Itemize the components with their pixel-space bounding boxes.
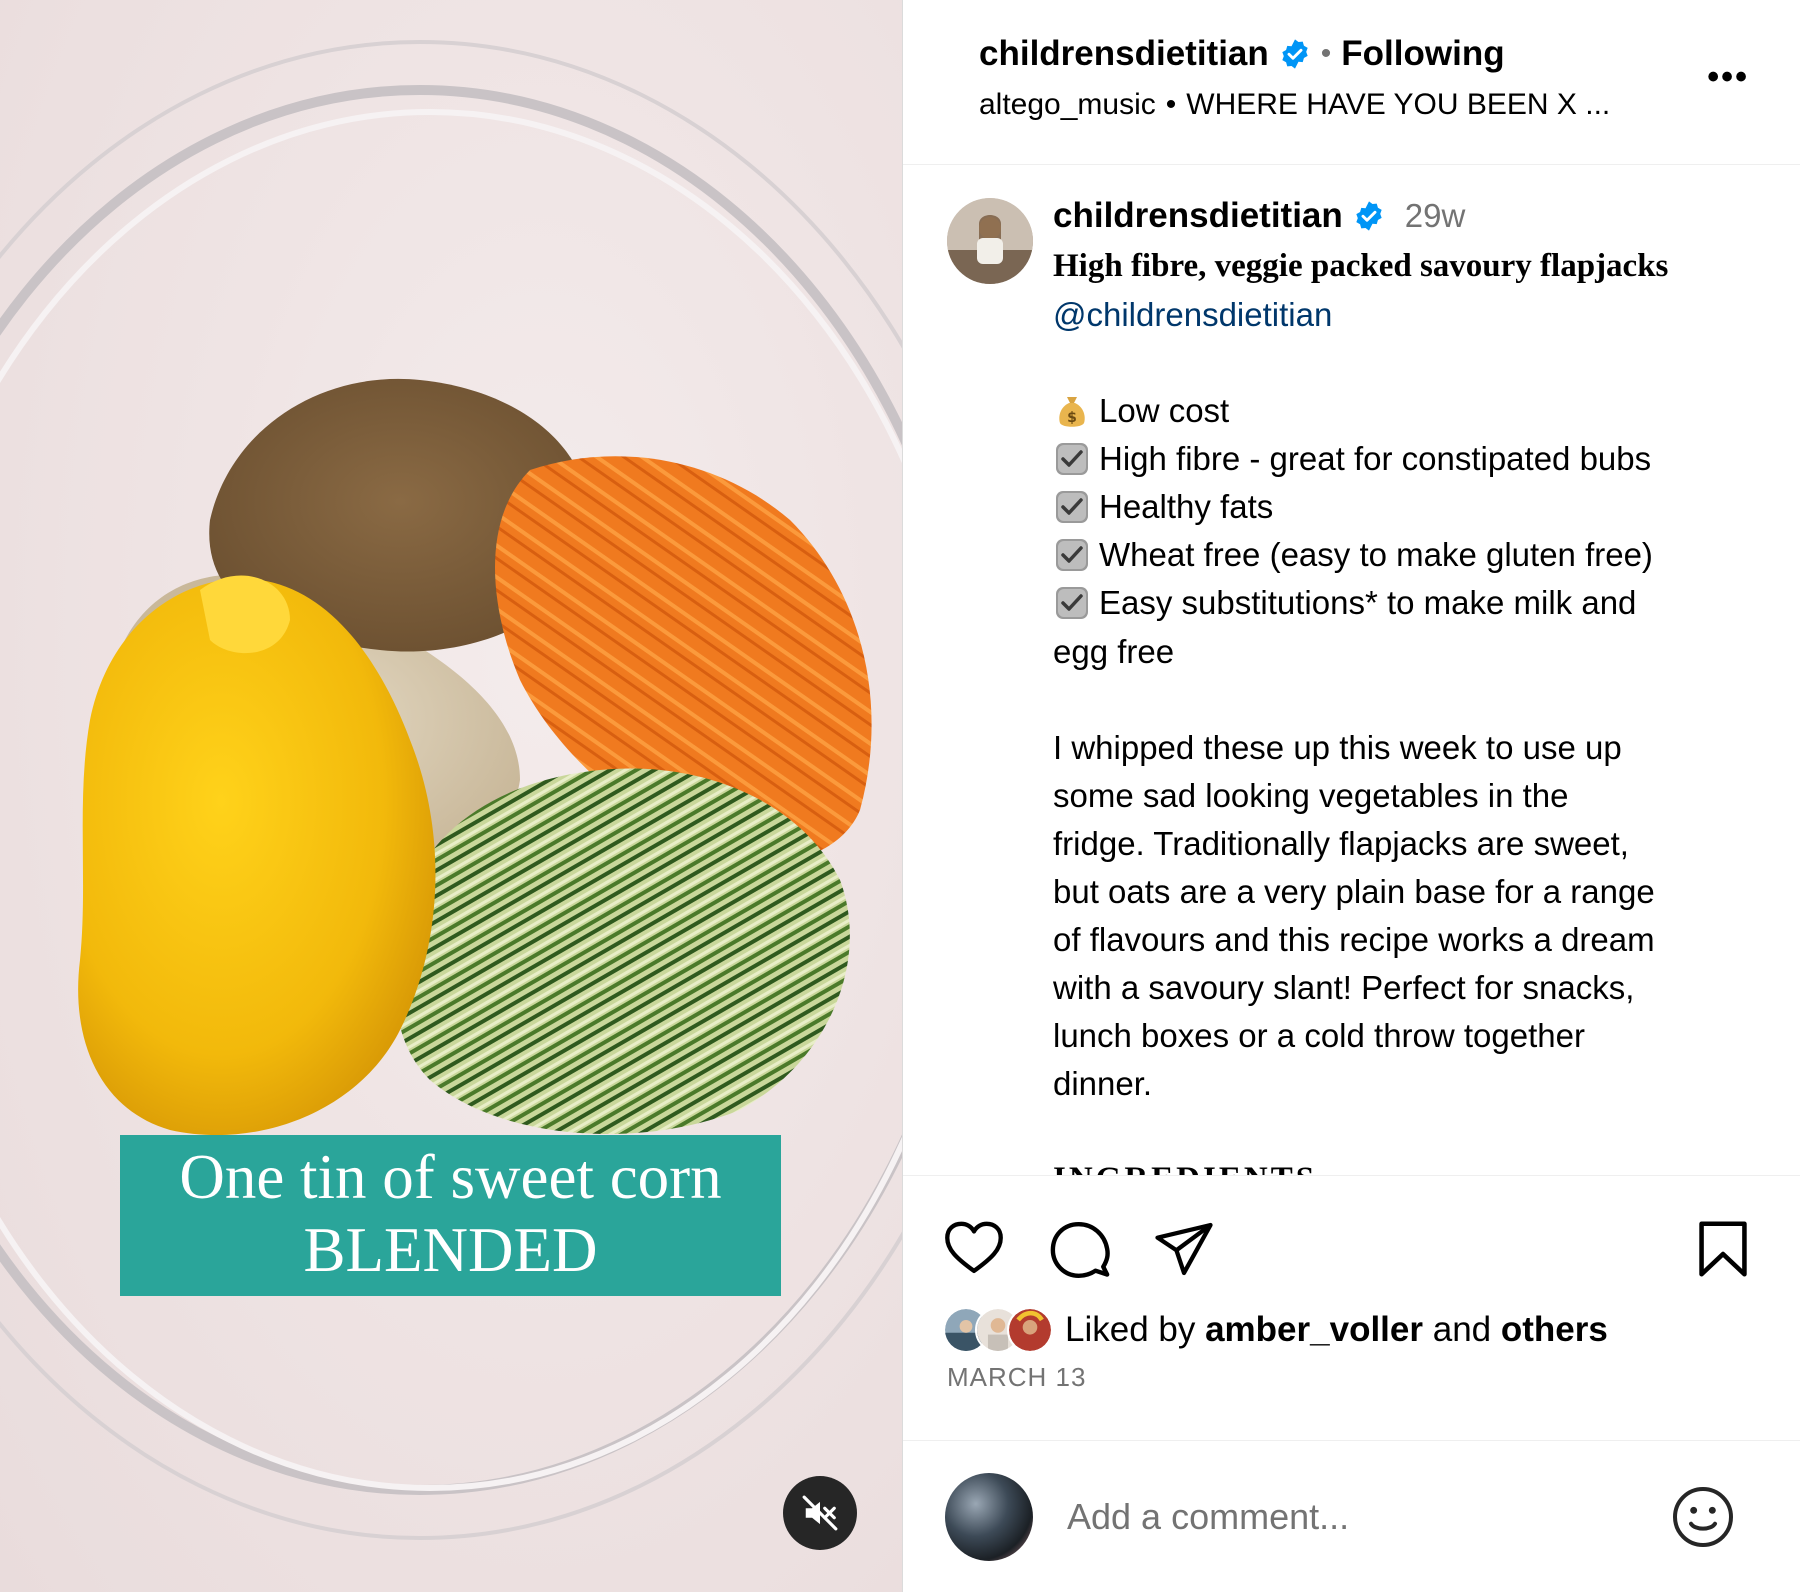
paper-plane-icon: [1155, 1222, 1213, 1276]
caption-bullet: Healthy fats: [1053, 488, 1273, 526]
header-separator: •: [1320, 37, 1332, 70]
ingredients-heading-peek: INGREDIENTS: [1053, 1161, 1317, 1175]
caption-username[interactable]: childrensdietitian: [1053, 196, 1343, 236]
emoji-picker-button[interactable]: [1671, 1485, 1735, 1554]
caption-author-row: childrensdietitian 29w: [1053, 196, 1465, 236]
bullet-text: Easy substitutions* to make milk and: [1099, 584, 1637, 621]
comment-input[interactable]: [1067, 1485, 1627, 1549]
comment-button[interactable]: [1049, 1220, 1111, 1285]
caption-mention-link[interactable]: @childrensdietitian: [1053, 296, 1332, 334]
overlay-line-1: One tin of sweet corn: [179, 1142, 722, 1212]
liker-username[interactable]: amber_voller: [1205, 1310, 1423, 1349]
video-text-overlay: One tin of sweet corn BLENDED: [120, 1135, 781, 1296]
svg-text:$: $: [1067, 410, 1077, 426]
current-user-avatar: [945, 1473, 1033, 1561]
caption-paragraph-line: some sad looking vegetables in the: [1053, 777, 1569, 814]
mute-toggle-button[interactable]: [783, 1476, 857, 1550]
food-bowl-image: [0, 40, 902, 1540]
bullet-text: Low cost: [1099, 392, 1230, 429]
caption-bullet: Easy substitutions* to make milk and: [1053, 584, 1636, 622]
speaker-muted-icon: [802, 1495, 838, 1531]
bullet-text: High fibre - great for constipated bubs: [1099, 440, 1652, 477]
audio-attribution[interactable]: altego_music • WHERE HAVE YOU BEEN X ...: [979, 88, 1610, 122]
post-age[interactable]: 29w: [1405, 197, 1466, 235]
caption-paragraph-line: dinner.: [1053, 1065, 1153, 1102]
author-avatar[interactable]: [947, 198, 1033, 284]
bookmark-icon: [1699, 1221, 1747, 1277]
bullet-text: Healthy fats: [1099, 488, 1274, 525]
audio-artist: altego_music: [979, 88, 1156, 121]
audio-separator: •: [1165, 88, 1177, 121]
post-header: childrensdietitian • Following altego_mu…: [903, 0, 1800, 165]
check-box-icon: [1053, 440, 1091, 478]
likes-middle: and: [1423, 1310, 1501, 1349]
more-options-button[interactable]: •••: [1707, 58, 1749, 97]
caption-title: High fibre, veggie packed savoury flapja…: [1053, 248, 1669, 284]
post-details-panel: childrensdietitian • Following altego_mu…: [902, 0, 1800, 1592]
heart-icon: [945, 1221, 1003, 1274]
caption-paragraph-line: but oats are a very plain base for a ran…: [1053, 873, 1655, 910]
reel-video[interactable]: One tin of sweet corn BLENDED: [0, 0, 902, 1592]
caption-paragraph-line: I whipped these up this week to use up: [1053, 729, 1622, 766]
likes-summary[interactable]: Liked by amber_voller and others: [943, 1300, 1608, 1360]
caption-bullet: High fibre - great for constipated bubs: [1053, 440, 1651, 478]
like-button[interactable]: [943, 1220, 1005, 1281]
verified-badge-icon: [1356, 201, 1382, 231]
save-button[interactable]: [1697, 1220, 1749, 1283]
caption-bullet: $ Low cost: [1053, 392, 1229, 430]
likes-text: Liked by amber_voller and others: [1065, 1310, 1608, 1350]
likes-others-link[interactable]: others: [1501, 1310, 1608, 1349]
caption-paragraph-line: with a savoury slant! Perfect for snacks…: [1053, 969, 1635, 1006]
caption-section: childrensdietitian 29w High fibre, veggi…: [903, 166, 1800, 1176]
money-bag-icon: $: [1053, 392, 1091, 430]
comment-icon: [1050, 1221, 1110, 1279]
post-date[interactable]: MARCH 13: [947, 1362, 1086, 1393]
caption-paragraph-line: fridge. Traditionally flapjacks are swee…: [1053, 825, 1629, 862]
caption-paragraph-line: of flavours and this recipe works a drea…: [1053, 921, 1655, 958]
verified-badge-icon: [1282, 39, 1308, 69]
author-photo: [947, 198, 1033, 284]
check-box-icon: [1053, 488, 1091, 526]
check-box-icon: [1053, 536, 1091, 574]
likes-prefix: Liked by: [1065, 1310, 1206, 1349]
smiley-icon: [1673, 1487, 1733, 1547]
check-box-icon: [1053, 584, 1091, 622]
header-username[interactable]: childrensdietitian: [979, 34, 1269, 74]
share-button[interactable]: [1153, 1220, 1215, 1283]
overlay-line-2: BLENDED: [303, 1215, 598, 1285]
liker-avatar: [1007, 1307, 1053, 1353]
action-bar: [903, 1200, 1800, 1290]
audio-track: WHERE HAVE YOU BEEN X ...: [1186, 88, 1611, 121]
bullet-text: Wheat free (easy to make gluten free): [1099, 536, 1653, 573]
follow-status-button[interactable]: Following: [1341, 34, 1504, 74]
comment-bar: [903, 1440, 1800, 1592]
bullet-continuation: egg free: [1053, 633, 1175, 670]
header-title-row: childrensdietitian • Following: [979, 34, 1505, 74]
caption-paragraph-line: lunch boxes or a cold throw together: [1053, 1017, 1585, 1054]
caption-bullet: Wheat free (easy to make gluten free): [1053, 536, 1653, 574]
